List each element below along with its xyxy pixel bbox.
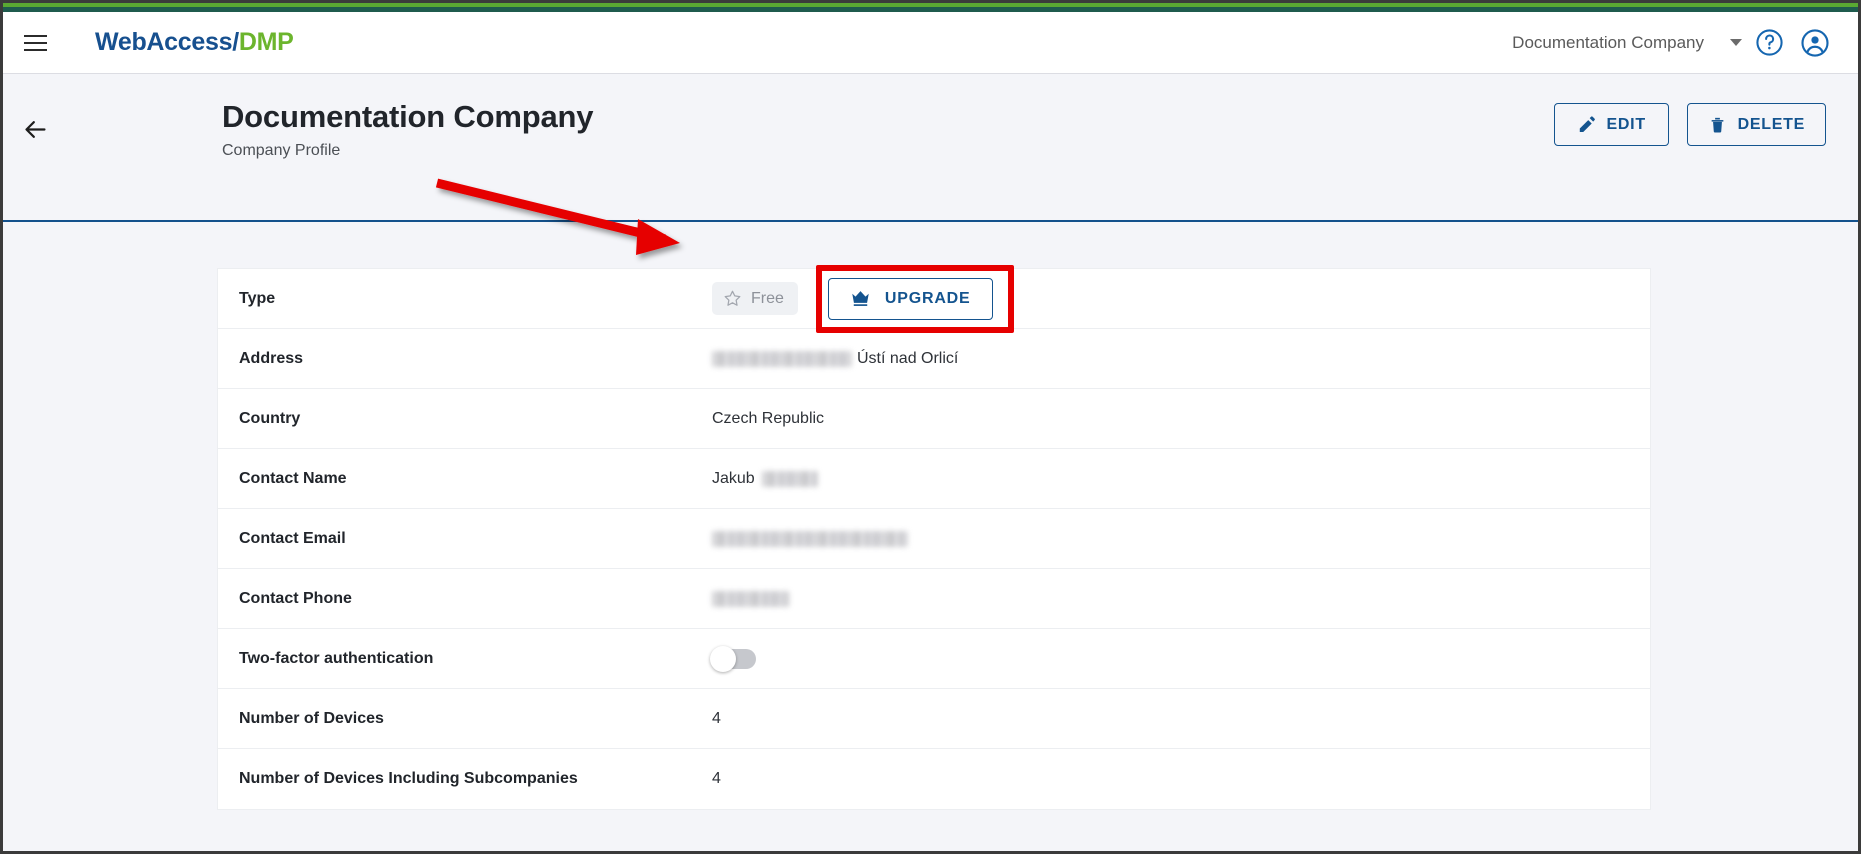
- page-content: Type Free UPGRADE Address Ústí nad Orlic…: [3, 224, 1858, 851]
- row-label-number-of-devices-subcompanies: Number of Devices Including Subcompanies: [239, 770, 578, 787]
- page-header-actions: EDIT DELETE: [1553, 103, 1826, 146]
- help-circle-icon: [1755, 29, 1783, 56]
- status-badge: Free: [712, 282, 798, 315]
- row-label-country: Country: [239, 409, 301, 427]
- logo-text-primary: WebAccess/: [95, 28, 239, 56]
- table-row: Type Free UPGRADE: [218, 264, 1650, 333]
- help-button[interactable]: [1746, 20, 1792, 66]
- row-value-type: Free UPGRADE: [712, 264, 1014, 333]
- redacted-text: [712, 530, 908, 547]
- row-value-number-of-devices-subcompanies: 4: [712, 770, 721, 787]
- redacted-text: [712, 350, 852, 367]
- row-value-number-of-devices: 4: [712, 709, 721, 727]
- account-circle-icon: [1801, 28, 1829, 57]
- top-accent-strip-green: [3, 3, 1858, 7]
- chevron-down-icon: [1730, 39, 1742, 46]
- table-row: Contact Phone: [218, 569, 1650, 629]
- status-badge-label: Free: [751, 289, 784, 307]
- row-label-contact-phone: Contact Phone: [239, 589, 352, 607]
- company-profile-card: Type Free UPGRADE Address Ústí nad Orlic…: [217, 264, 1651, 810]
- table-row: Contact Name Jakub: [218, 449, 1650, 509]
- row-value-two-factor: [710, 645, 756, 672]
- upgrade-button-label: UPGRADE: [884, 289, 971, 307]
- row-label-address: Address: [239, 349, 304, 367]
- company-selector[interactable]: Documentation Company: [1508, 27, 1746, 59]
- row-label-contact-email: Contact Email: [239, 529, 346, 547]
- app-bar: WebAccess/DMP Documentation Company: [3, 12, 1858, 74]
- trash-icon: [1711, 117, 1724, 133]
- logo-text-secondary: DMP: [238, 28, 294, 56]
- star-icon: [724, 290, 741, 306]
- row-value-contact-email: [712, 530, 908, 547]
- upgrade-button[interactable]: UPGRADE: [827, 277, 993, 320]
- app-bar-actions: Documentation Company: [1508, 20, 1858, 66]
- row-label-type: Type: [239, 289, 276, 307]
- table-row: Two-factor authentication: [218, 629, 1650, 689]
- row-label-contact-name: Contact Name: [239, 469, 347, 487]
- two-factor-toggle[interactable]: [710, 645, 756, 672]
- arrow-left-icon: [24, 120, 46, 138]
- table-row: Contact Email: [218, 509, 1650, 569]
- screenshot-frame: WebAccess/DMP Documentation Company Docu…: [0, 0, 1861, 854]
- pencil-icon: [1579, 116, 1595, 133]
- upgrade-area: UPGRADE: [815, 264, 1014, 333]
- contact-first-name: Jakub: [712, 469, 755, 487]
- row-value-contact-phone: [712, 590, 789, 607]
- edit-button[interactable]: EDIT: [1553, 103, 1669, 146]
- table-row: Country Czech Republic: [218, 389, 1650, 449]
- row-value-contact-name: Jakub: [712, 470, 818, 488]
- back-button[interactable]: [15, 109, 55, 149]
- row-label-two-factor: Two-factor authentication: [239, 649, 434, 667]
- account-button[interactable]: [1792, 20, 1838, 66]
- page-title: Documentation Company: [222, 99, 594, 134]
- delete-button[interactable]: DELETE: [1686, 103, 1826, 146]
- company-selector-label: Documentation Company: [1512, 32, 1704, 52]
- redacted-text: [712, 590, 789, 607]
- table-row: Address Ústí nad Orlicí: [218, 329, 1650, 389]
- table-row: Number of Devices Including Subcompanies…: [218, 749, 1650, 809]
- row-value-address: Ústí nad Orlicí: [712, 350, 958, 368]
- redacted-text: [761, 470, 818, 487]
- hamburger-menu-icon[interactable]: [17, 25, 53, 61]
- row-value-country: Czech Republic: [712, 409, 825, 427]
- toggle-knob: [710, 645, 736, 672]
- row-label-number-of-devices: Number of Devices: [239, 709, 384, 727]
- delete-button-label: DELETE: [1737, 115, 1805, 133]
- app-logo: WebAccess/DMP: [95, 28, 294, 57]
- crown-icon: [852, 291, 869, 306]
- table-row: Number of Devices 4: [218, 689, 1650, 749]
- page-header: Documentation Company Company Profile ED…: [3, 75, 1858, 222]
- page-subtitle: Company Profile: [222, 142, 341, 159]
- edit-button-label: EDIT: [1606, 115, 1646, 133]
- address-city: Ústí nad Orlicí: [857, 349, 959, 367]
- page-title-block: Documentation Company Company Profile: [222, 99, 593, 160]
